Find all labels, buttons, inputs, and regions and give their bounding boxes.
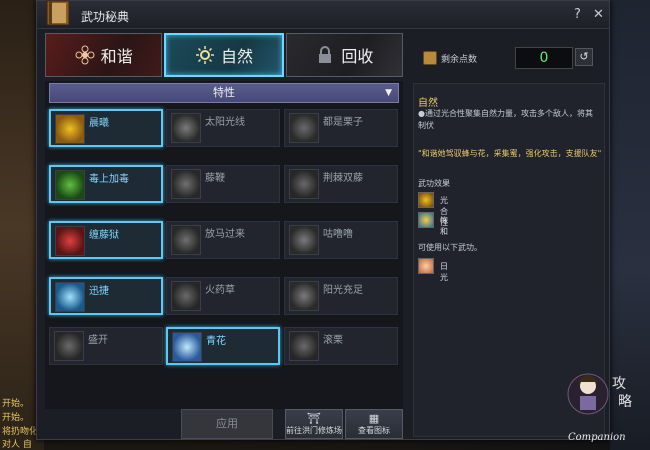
tab-label: 自然 [220,47,253,66]
vine-prison-icon [55,226,85,256]
companion-watermark: 攻 略 Companion [567,373,632,443]
titlebar: 武功秘典 ? ✕ [37,0,609,29]
remaining-points: 剩余点数 0 ↺ [419,45,597,73]
chat-line: 开始。 [2,413,30,423]
watermark-text: Companion [568,432,626,443]
skill-label: 晨曦 [89,118,109,129]
skill-label: 咕噜噜 [323,229,353,240]
chestnut-icon [289,113,319,143]
skill-label: 迅捷 [89,286,109,297]
tab-label: 回收 [341,47,374,66]
help-button[interactable]: ? [574,7,581,22]
button-label: 查看图标 [358,426,390,435]
sun-ray-icon [171,113,201,143]
info-quote: "和谐她驾驭蜂与花，采集蜜，强化攻击，支援队友" [418,149,602,158]
info-title: 自然 [418,98,438,109]
points-label: 剩余点数 [441,55,478,65]
skill-cell[interactable]: 毒上加毒 [49,165,163,203]
reset-points-button[interactable]: ↺ [575,48,593,66]
saturation-icon [418,212,434,228]
book-icon [423,51,437,65]
skill-label: 放马过来 [205,229,245,240]
chat-line: 开始。 [2,399,30,409]
tab-nature[interactable]: 自然 [164,33,284,77]
skill-cell[interactable]: 荆棘双藤 [284,165,398,203]
skill-grid: 特性 ▼ 晨曦 太阳光线 都是栗子 毒上加毒 藤鞭 荆棘双藤 缠藤狱 放马过来 … [45,81,403,409]
skill-cell[interactable]: 青花 [166,327,280,365]
skill-label: 都是栗子 [323,117,363,128]
tab-harmony[interactable]: 和谐 [45,33,163,77]
skill-cell[interactable]: 缠藤狱 [49,221,163,259]
book-icon [46,0,70,26]
sunshine-icon [289,281,319,311]
svg-text:略: 略 [618,394,632,410]
tab-recycle[interactable]: 回收 [285,33,403,77]
chat-line: 对人 自 [2,440,32,450]
apply-button[interactable]: 应用 [181,409,273,439]
beast-icon [171,225,201,255]
skill-cell[interactable]: 盛开 [49,327,163,365]
training-ground-button[interactable]: ⛩ 前往洪门修炼场 [285,409,343,439]
close-button[interactable]: ✕ [593,7,604,22]
skill-label: 阳光充足 [323,285,363,296]
vine-whip-icon [171,169,201,199]
skill-label: 太阳光线 [205,117,245,128]
dropdown-label: 特性 [213,86,235,99]
trait-dropdown[interactable]: 特性 ▼ [49,83,399,103]
lock-icon [319,46,332,63]
skill-cell[interactable]: 都是栗子 [284,109,398,147]
swift-icon [55,282,85,312]
button-label: 前往洪门修炼场 [286,426,342,435]
info-description: ●通过光合性聚集自然力量，攻击多个敌人，将其制伏 [418,109,593,130]
sunlight-icon [418,258,434,274]
skill-cell[interactable]: 晨曦 [49,109,163,147]
skill-cell[interactable]: 阳光充足 [284,277,398,315]
grid-icon: ▦ [368,412,380,425]
svg-text:攻: 攻 [612,376,626,392]
blue-flower-icon [172,332,202,362]
skill-book-window: 武功秘典 ? ✕ 和谐 自然 回收 剩余点数 0 ↺ 特性 ▼ 晨曦 太阳光线 … [36,0,610,440]
usable-title: 可使用以下武功。 [418,243,482,252]
sun-icon [195,46,214,64]
window-title: 武功秘典 [81,10,130,24]
flower-icon [75,45,95,65]
skill-cell[interactable]: 咕噜噜 [284,221,398,259]
view-icons-button[interactable]: ▦ 查看图标 [345,409,403,439]
gate-icon: ⛩ [307,412,321,425]
usable-label: 日光 [440,262,448,282]
effects-title: 武功效果 [418,179,450,188]
points-value: 0 [515,47,573,69]
skill-label: 荆棘双藤 [323,173,363,184]
skill-cell[interactable]: 藤鞭 [166,165,280,203]
poison-icon [55,170,85,200]
chevron-down-icon: ▼ [385,88,392,98]
skill-cell[interactable]: 迅捷 [49,277,163,315]
gunpowder-icon [171,281,201,311]
skill-cell[interactable]: 放马过来 [166,221,280,259]
skill-label: 火药草 [205,285,235,296]
chestnut-roll-icon [289,331,319,361]
effect-label: 饱和 [440,216,448,236]
skill-label: 盛开 [88,335,108,346]
skill-label: 青花 [206,336,226,347]
sunflower-icon [55,114,85,144]
skill-cell[interactable]: 滚栗 [284,327,398,365]
skill-label: 毒上加毒 [89,174,129,185]
skill-label: 藤鞭 [205,173,225,184]
sunflower-icon [418,192,434,208]
skill-cell[interactable]: 火药草 [166,277,280,315]
roll-icon [289,225,319,255]
tab-label: 和谐 [100,47,133,66]
skill-label: 滚栗 [323,335,343,346]
skill-label: 缠藤狱 [89,230,119,241]
thorn-vine-icon [289,169,319,199]
category-tabs: 和谐 自然 回收 [45,33,403,77]
skill-cell[interactable]: 太阳光线 [166,109,280,147]
bloom-icon [54,331,84,361]
